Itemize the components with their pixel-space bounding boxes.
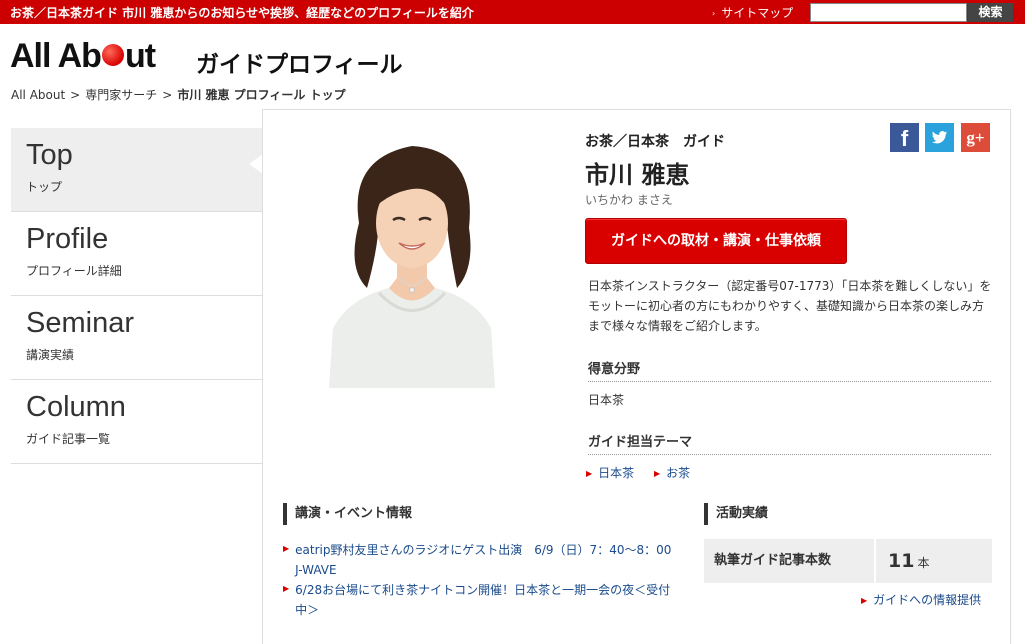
sidebar-item-profile[interactable]: Profile プロフィール詳細	[11, 212, 262, 296]
sidebar-item-subtitle: プロフィール詳細	[26, 264, 122, 278]
top-bar: お茶／日本茶ガイド 市川 雅恵からのお知らせや挨拶、経歴などのプロフィールを紹介…	[0, 0, 1025, 24]
article-count-unit: 本	[917, 556, 930, 570]
googleplus-icon: g+	[966, 128, 985, 147]
triangle-right-icon: ▶	[861, 596, 868, 605]
breadcrumb-expert-search[interactable]: 専門家サーチ	[85, 88, 157, 102]
breadcrumb-current: 市川 雅恵 プロフィール トップ	[177, 88, 346, 102]
twitter-icon	[932, 131, 947, 144]
guide-genre: お茶／日本茶 ガイド	[585, 134, 725, 150]
article-count-number: 11	[888, 550, 915, 572]
specialty-value: 日本茶	[588, 393, 625, 407]
page-title: ガイドプロフィール	[196, 52, 403, 78]
sidebar-item-title: Seminar	[26, 307, 134, 339]
guide-name: 市川 雅恵	[585, 161, 690, 189]
provide-info-label: ガイドへの情報提供	[873, 593, 982, 607]
profile-main: お茶／日本茶 ガイド 市川 雅恵 いちかわ まさえ f g+ ガイドへの取材・講…	[262, 109, 1011, 644]
sidebar-item-top[interactable]: Top トップ	[11, 128, 263, 212]
search-button[interactable]: 検索	[968, 3, 1013, 22]
sidebar-item-subtitle: ガイド記事一覧	[26, 432, 111, 446]
breadcrumb-separator: >	[162, 88, 173, 102]
sidebar-item-column[interactable]: Column ガイド記事一覧	[11, 380, 262, 464]
activity-heading: 活動実績	[704, 503, 768, 525]
guide-intro: 日本茶インストラクター（認定番号07-1773）「日本茶を難しくしない」をモット…	[588, 279, 992, 333]
logo-red-ball-icon	[101, 44, 124, 67]
themes-heading: ガイド担当テーマ	[588, 431, 991, 455]
triangle-right-icon: ▶	[283, 584, 290, 593]
site-tagline: お茶／日本茶ガイド 市川 雅恵からのお知らせや挨拶、経歴などのプロフィールを紹介	[10, 6, 474, 20]
allabout-logo[interactable]: All Ab ut	[10, 37, 156, 75]
article-count-label: 執筆ガイド記事本数	[704, 539, 876, 583]
facebook-share-button[interactable]: f	[890, 123, 919, 152]
breadcrumb-home[interactable]: All About	[11, 88, 65, 102]
sidebar-item-subtitle: トップ	[26, 180, 63, 194]
twitter-share-button[interactable]	[925, 123, 954, 152]
events-heading: 講演・イベント情報	[283, 503, 412, 525]
article-count-value: 11 本	[876, 539, 992, 583]
logo-text-2: ut	[124, 37, 156, 75]
facebook-icon: f	[900, 126, 909, 151]
event-text: eatrip野村友里さんのラジオにゲスト出演 6/9（日）7：40～8：00 J…	[295, 543, 684, 577]
sitemap-label: サイトマップ	[721, 6, 794, 20]
triangle-right-icon: ▶	[586, 469, 593, 478]
sidebar-item-title: Profile	[26, 223, 109, 255]
theme-label: 日本茶	[598, 466, 635, 480]
triangle-right-icon: ▶	[283, 544, 290, 553]
guide-portrait-photo	[319, 128, 505, 388]
breadcrumb-separator: >	[70, 88, 81, 102]
guide-name-kana: いちかわ まさえ	[585, 193, 673, 207]
event-item[interactable]: ▶ 6/28お台場にて利き茶ナイトコン開催！日本茶と一期一会の夜＜受付中＞	[283, 580, 673, 620]
themes-list: ▶ 日本茶 ▶ お茶	[586, 464, 706, 481]
event-text: 6/28お台場にて利き茶ナイトコン開催！日本茶と一期一会の夜＜受付中＞	[295, 583, 671, 617]
triangle-right-icon: ▶	[654, 469, 661, 478]
googleplus-share-button[interactable]: g+	[961, 123, 990, 152]
sidebar-nav: Top トップ Profile プロフィール詳細 Seminar 講演実績 Co…	[11, 128, 263, 464]
sidebar-item-subtitle: 講演実績	[26, 348, 75, 362]
sidebar-item-seminar[interactable]: Seminar 講演実績	[11, 296, 262, 380]
event-item[interactable]: ▶ eatrip野村友里さんのラジオにゲスト出演 6/9（日）7：40～8：00 …	[283, 540, 684, 580]
theme-link-ocha[interactable]: ▶ お茶	[654, 466, 706, 480]
logo-text-1: All Ab	[10, 37, 102, 75]
specialty-heading: 得意分野	[588, 358, 991, 382]
sidebar-item-title: Column	[26, 391, 126, 423]
activity-stats: 執筆ガイド記事本数 11 本	[704, 539, 992, 583]
events-list: ▶ eatrip野村友里さんのラジオにゲスト出演 6/9（日）7：40～8：00 …	[283, 540, 684, 620]
provide-info-link[interactable]: ▶ ガイドへの情報提供	[861, 591, 981, 608]
breadcrumb: All About > 専門家サーチ > 市川 雅恵 プロフィール トップ	[11, 86, 346, 103]
sitemap-link[interactable]: › サイトマップ	[712, 4, 793, 21]
search-input[interactable]	[810, 3, 967, 22]
theme-link-nihoncha[interactable]: ▶ 日本茶	[586, 466, 650, 480]
contact-guide-button[interactable]: ガイドへの取材・講演・仕事依頼	[585, 218, 847, 264]
chevron-right-icon: ›	[712, 9, 716, 18]
theme-label: お茶	[666, 466, 691, 480]
sidebar-item-title: Top	[26, 139, 73, 171]
